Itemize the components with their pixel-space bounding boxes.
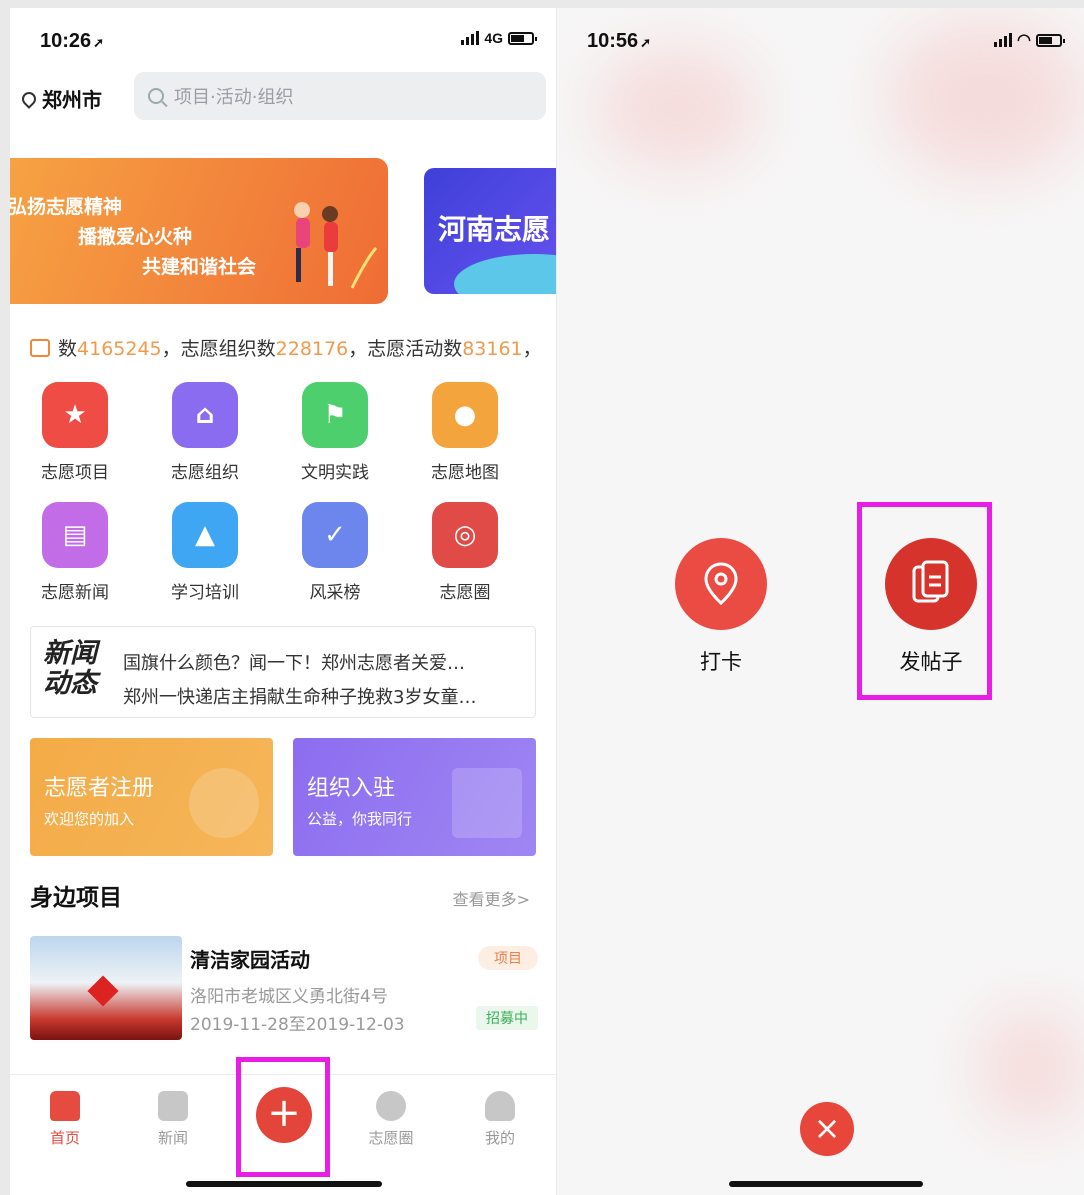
location-pin-icon — [675, 538, 767, 630]
map-pin-icon: ● — [432, 382, 498, 448]
grid-item-map[interactable]: ● 志愿地图 — [415, 382, 515, 483]
signal-icon — [994, 33, 1013, 47]
grid-item-practice[interactable]: ⚑ 文明实践 — [285, 382, 385, 483]
volunteers-illustration — [294, 202, 378, 289]
home-icon — [50, 1091, 80, 1121]
city-label: 郑州市 — [42, 88, 102, 112]
status-time: 10:56 ➚ — [587, 30, 652, 52]
user-icon — [485, 1091, 515, 1121]
building-icon — [452, 768, 522, 838]
banner-wave — [454, 254, 556, 294]
banner-main[interactable]: 弘扬志愿精神 播撒爱心火种 共建和谐社会 — [10, 158, 388, 304]
grid-item-training[interactable]: ▲ 学习培训 — [155, 502, 255, 603]
tab-home[interactable]: 首页 — [30, 1091, 100, 1148]
close-button[interactable]: × — [800, 1102, 854, 1156]
wifi-icon: ◠ — [1017, 32, 1031, 49]
eye-icon — [376, 1091, 406, 1121]
status-indicators: ◠ — [994, 30, 1065, 50]
building-icon: ⌂ — [172, 382, 238, 448]
volunteer-register-card[interactable]: 志愿者注册 欢迎您的加入 — [30, 738, 273, 856]
status-bar: 10:26 ➚ 4G — [10, 8, 556, 70]
grid-item-circle[interactable]: ◎ 志愿圈 — [415, 502, 515, 603]
tab-circle[interactable]: 志愿圈 — [356, 1091, 426, 1148]
project-thumbnail — [30, 936, 182, 1040]
grid-item-ranking[interactable]: ✓ 风采榜 — [285, 502, 385, 603]
org-join-card[interactable]: 组织入驻 公益，你我同行 — [293, 738, 536, 856]
news-logo: 新闻动态 — [43, 638, 97, 699]
home-screen: 10:26 ➚ 4G 郑州市 项目·活动·组织 弘扬志愿精神 播撒爱心火种 共建和… — [10, 8, 556, 1195]
graduation-cap-icon: ▲ — [172, 502, 238, 568]
news-headline-1[interactable]: 国旗什么颜色？闻一下！郑州志愿者关爱… — [123, 649, 465, 675]
location-icon — [19, 88, 39, 109]
tab-news[interactable]: 新闻 — [138, 1091, 208, 1148]
stats-ticker: 数4165245，志愿组织数228176，志愿活动数83161， — [30, 334, 542, 361]
section-title: 身边项目 — [30, 885, 122, 911]
bg-blur — [977, 1008, 1084, 1128]
banner-line2: 播撒爱心火种 — [78, 226, 193, 248]
city-selector[interactable]: 郑州市 — [19, 84, 102, 113]
medal-icon — [189, 768, 259, 838]
grid-item-projects[interactable]: ★ 志愿项目 — [25, 382, 125, 483]
project-address: 洛阳市老城区义勇北街4号 — [190, 987, 388, 1007]
grid-item-news[interactable]: ▤ 志愿新闻 — [25, 502, 125, 603]
news-icon — [158, 1091, 188, 1121]
banner-line3: 共建和谐社会 — [142, 256, 257, 278]
news-headline-2[interactable]: 郑州一快递店主捐献生命种子挽救3岁女童… — [123, 683, 476, 709]
signal-icon — [461, 31, 480, 45]
checkin-action[interactable]: 打卡 — [675, 538, 767, 676]
flag-icon: ⚑ — [302, 382, 368, 448]
banner-secondary[interactable]: 河南志愿 — [424, 168, 556, 294]
network-label: 4G — [484, 30, 503, 46]
banner2-title: 河南志愿 — [438, 213, 551, 246]
search-placeholder: 项目·活动·组织 — [174, 87, 294, 108]
project-status-badge: 招募中 — [476, 1006, 538, 1030]
checkin-label: 打卡 — [700, 650, 742, 674]
status-indicators: 4G — [461, 30, 537, 46]
battery-icon — [1036, 33, 1065, 47]
search-icon — [148, 88, 164, 104]
shield-check-icon: ✓ — [302, 502, 368, 568]
bookmark-icon: ★ — [42, 382, 108, 448]
ticker-text: 数4165245，志愿组织数228176，志愿活动数83161， — [58, 338, 542, 360]
highlight-box — [236, 1057, 330, 1177]
home-indicator — [729, 1181, 923, 1187]
home-indicator — [186, 1181, 382, 1187]
post-menu-screen: 10:56 ➚ ◠ 打卡 发帖子 × — [557, 8, 1084, 1195]
project-type-badge: 项目 — [478, 946, 538, 970]
speaker-icon — [30, 338, 50, 357]
battery-icon — [508, 31, 537, 45]
grid-item-orgs[interactable]: ⌂ 志愿组织 — [155, 382, 255, 483]
tab-profile[interactable]: 我的 — [465, 1091, 535, 1148]
highlight-box — [857, 502, 992, 700]
news-ticker[interactable]: 新闻动态 国旗什么颜色？闻一下！郑州志愿者关爱… 郑州一快递店主捐献生命种子挽救… — [30, 626, 536, 718]
project-date: 2019-11-28至2019-12-03 — [190, 1015, 405, 1035]
project-title: 清洁家园活动 — [190, 948, 310, 972]
target-icon: ◎ — [432, 502, 498, 568]
status-time: 10:26 ➚ — [40, 30, 105, 52]
search-input[interactable]: 项目·活动·组织 — [134, 72, 546, 120]
status-bar: 10:56 ➚ ◠ — [557, 8, 1084, 70]
newspaper-icon: ▤ — [42, 502, 108, 568]
banner-line1: 弘扬志愿精神 — [10, 196, 123, 218]
see-more-link[interactable]: 查看更多> — [453, 886, 530, 910]
